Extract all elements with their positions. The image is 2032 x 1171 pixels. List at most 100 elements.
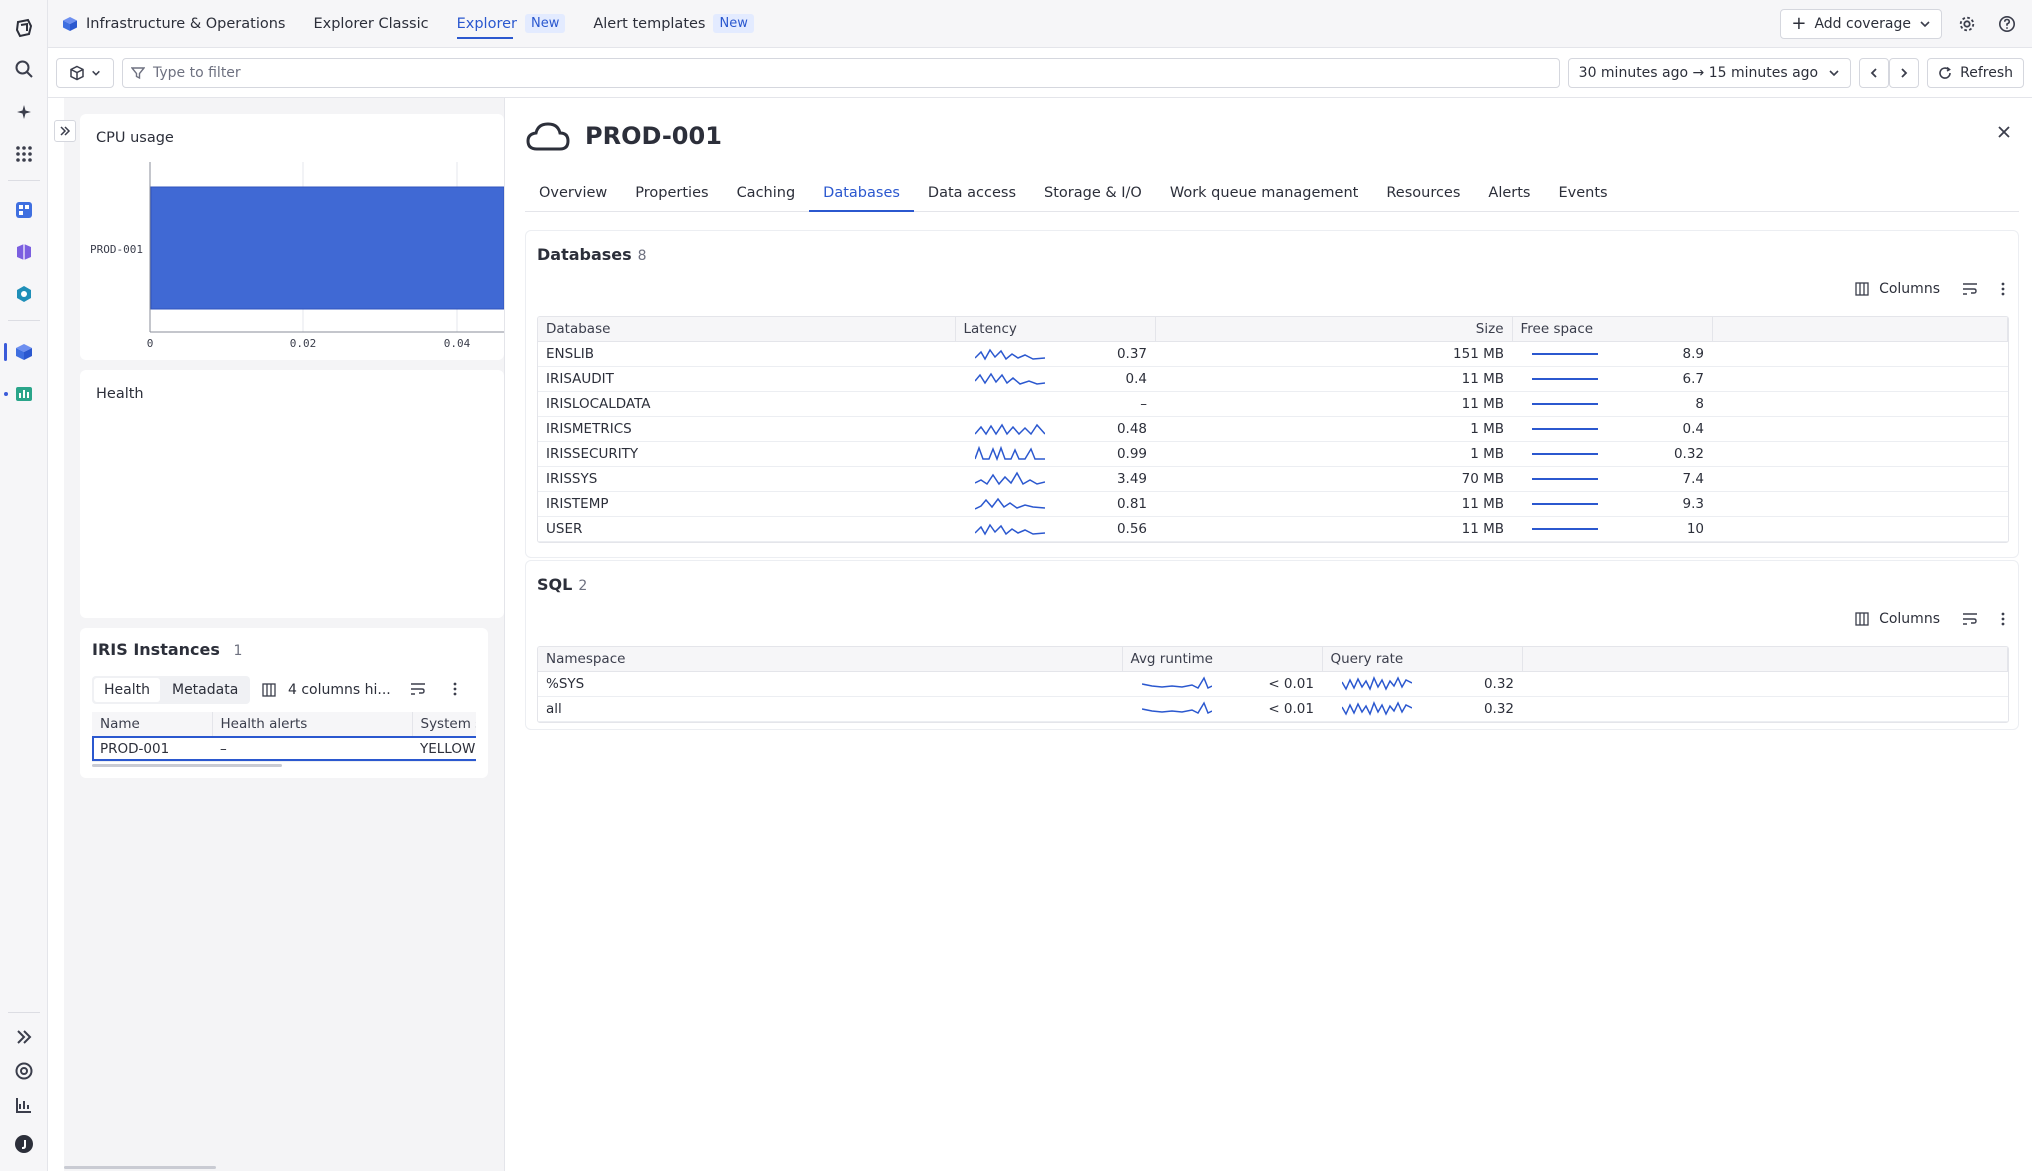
table-row[interactable]: IRISSYS 3.49 70 MB 7.4 bbox=[538, 466, 2008, 492]
timeframe-next-button[interactable] bbox=[1889, 57, 1920, 88]
table-row[interactable]: PROD-001 – YELLOW bbox=[92, 736, 476, 762]
tab-data-access[interactable]: Data access bbox=[914, 178, 1030, 212]
table-row[interactable]: IRISLOCALDATA –11 MB 8 bbox=[538, 391, 2008, 417]
size-value: 151 MB bbox=[1155, 341, 1512, 367]
dynatrace-logo-icon[interactable] bbox=[10, 14, 38, 42]
app-link-alert-templates[interactable]: Alert templates New bbox=[579, 0, 768, 48]
expand-panel-button[interactable] bbox=[54, 120, 76, 142]
column-header[interactable]: Avg runtime bbox=[1122, 647, 1323, 672]
cpu-tick-label: 0 bbox=[147, 337, 154, 350]
infrastructure-app-icon[interactable] bbox=[10, 338, 38, 366]
databases-table-tools: Columns bbox=[1855, 281, 2006, 297]
free-space-value: 0.4 bbox=[1682, 420, 1704, 437]
chevron-down-icon bbox=[1920, 20, 1930, 27]
column-header[interactable]: Query rate bbox=[1322, 647, 1523, 672]
columns-button[interactable]: Columns bbox=[1855, 281, 1940, 297]
column-header[interactable]: Database bbox=[538, 317, 956, 342]
column-header-filler bbox=[1712, 317, 2008, 342]
latency-value: 3.49 bbox=[1116, 470, 1147, 487]
help-icon[interactable] bbox=[1992, 9, 2022, 39]
row-filler bbox=[1712, 441, 2008, 467]
timeframe-selector[interactable]: 30 minutes ago → 15 minutes ago bbox=[1567, 57, 1852, 88]
table-row[interactable]: %SYS < 0.01 0.32 bbox=[538, 671, 2008, 697]
size-value: 1 MB bbox=[1155, 416, 1512, 442]
refresh-button[interactable]: Refresh bbox=[1927, 57, 2024, 88]
table-row[interactable]: IRISSECURITY 0.99 1 MB 0.32 bbox=[538, 441, 2008, 467]
latency-cell: 0.4 bbox=[955, 366, 1155, 392]
app-link-explorer-classic[interactable]: Explorer Classic bbox=[299, 0, 442, 48]
line-wrap-icon[interactable] bbox=[1962, 612, 1978, 626]
tab-overview[interactable]: Overview bbox=[525, 178, 621, 212]
column-header[interactable]: Namespace bbox=[538, 647, 1123, 672]
entity-type-selector[interactable] bbox=[56, 57, 114, 88]
horizontal-scrollbar[interactable] bbox=[92, 763, 282, 767]
sparkle-ai-icon[interactable] bbox=[10, 98, 38, 126]
app-link-infrastructure[interactable]: Infrastructure & Operations bbox=[48, 0, 299, 48]
app-link-explorer[interactable]: Explorer New bbox=[443, 0, 580, 48]
tab-events[interactable]: Events bbox=[1545, 178, 1622, 212]
tab-resources[interactable]: Resources bbox=[1372, 178, 1474, 212]
columns-button[interactable]: Columns bbox=[1855, 611, 1940, 627]
tab-properties[interactable]: Properties bbox=[621, 178, 722, 212]
table-row[interactable]: all < 0.01 0.32 bbox=[538, 696, 2008, 722]
timeframe-previous-button[interactable] bbox=[1859, 57, 1890, 88]
tab-storage-io[interactable]: Storage & I/O bbox=[1030, 178, 1156, 212]
table-row[interactable]: IRISMETRICS 0.48 1 MB 0.4 bbox=[538, 416, 2008, 442]
analytics-app-icon[interactable] bbox=[10, 380, 38, 408]
tab-work-queue-management[interactable]: Work queue management bbox=[1156, 178, 1373, 212]
column-header[interactable]: Name bbox=[92, 712, 213, 737]
databases-heading: Databases 8 bbox=[537, 245, 647, 264]
pane-scrollbar[interactable] bbox=[64, 1166, 216, 1169]
columns-hidden-button[interactable]: 4 columns hi... bbox=[262, 682, 391, 698]
column-header[interactable]: Latency bbox=[955, 317, 1156, 342]
tab-alerts[interactable]: Alerts bbox=[1474, 178, 1544, 212]
free-space-cell: 8.9 bbox=[1512, 341, 1712, 367]
table-row[interactable]: ENSLIB 0.37 151 MB 8.9 bbox=[538, 341, 2008, 367]
close-icon[interactable] bbox=[1996, 124, 2012, 144]
expand-rail-icon[interactable] bbox=[10, 1023, 38, 1051]
app-link-label: Alert templates bbox=[593, 15, 706, 32]
search-icon[interactable] bbox=[10, 55, 38, 83]
top-bar: Infrastructure & Operations Explorer Cla… bbox=[48, 0, 2032, 48]
line-wrap-icon[interactable] bbox=[410, 682, 426, 700]
tab-caching[interactable]: Caching bbox=[723, 178, 810, 212]
user-avatar-icon[interactable] bbox=[10, 1130, 38, 1158]
more-options-icon[interactable] bbox=[2000, 612, 2006, 626]
tab-health[interactable]: Health bbox=[94, 678, 160, 702]
table-row[interactable]: USER 0.56 11 MB 10 bbox=[538, 516, 2008, 542]
tab-databases[interactable]: Databases bbox=[809, 178, 914, 212]
more-options-icon[interactable] bbox=[452, 682, 458, 700]
apps-grid-icon[interactable] bbox=[10, 140, 38, 168]
kubernetes-app-icon[interactable] bbox=[10, 280, 38, 308]
add-coverage-label: Add coverage bbox=[1814, 15, 1911, 32]
notebooks-app-icon[interactable] bbox=[10, 238, 38, 266]
free-space-sparkline bbox=[1532, 427, 1598, 430]
filter-input[interactable]: Type to filter bbox=[122, 57, 1560, 88]
row-filler bbox=[1712, 341, 2008, 367]
app-link-label: Infrastructure & Operations bbox=[86, 15, 286, 32]
free-space-value: 6.7 bbox=[1682, 370, 1704, 387]
more-options-icon[interactable] bbox=[2000, 282, 2006, 296]
row-filler bbox=[1522, 671, 2008, 697]
table-row[interactable]: IRISTEMP 0.81 11 MB 9.3 bbox=[538, 491, 2008, 517]
sql-table-wrap: Namespace Avg runtime Query rate %SYS < 0… bbox=[537, 646, 2009, 723]
settings-gear-icon[interactable] bbox=[1952, 9, 1982, 39]
column-header[interactable]: Free space bbox=[1512, 317, 1713, 342]
column-header[interactable]: Health alerts bbox=[212, 712, 413, 737]
table-row[interactable]: IRISAUDIT 0.4 11 MB 6.7 bbox=[538, 366, 2008, 392]
line-wrap-icon[interactable] bbox=[1962, 282, 1978, 296]
free-space-value: 9.3 bbox=[1682, 495, 1704, 512]
dashboards-app-icon[interactable] bbox=[10, 196, 38, 224]
add-coverage-button[interactable]: + Add coverage bbox=[1780, 8, 1942, 39]
column-header[interactable]: System s bbox=[412, 712, 476, 737]
chart-report-icon[interactable] bbox=[10, 1091, 38, 1119]
sql-table-tools: Columns bbox=[1855, 611, 2006, 627]
cpu-tick-label: 0.02 bbox=[290, 337, 317, 350]
cpu-usage-bar[interactable] bbox=[150, 186, 504, 310]
column-header[interactable]: Size bbox=[1155, 317, 1513, 342]
instances-table: Name Health alerts System s PROD-001 – Y… bbox=[92, 712, 476, 762]
cpu-row-label: PROD-001 bbox=[90, 243, 143, 256]
help-lifebuoy-icon[interactable] bbox=[10, 1057, 38, 1085]
tab-metadata[interactable]: Metadata bbox=[162, 678, 248, 702]
database-name: USER bbox=[538, 516, 955, 542]
